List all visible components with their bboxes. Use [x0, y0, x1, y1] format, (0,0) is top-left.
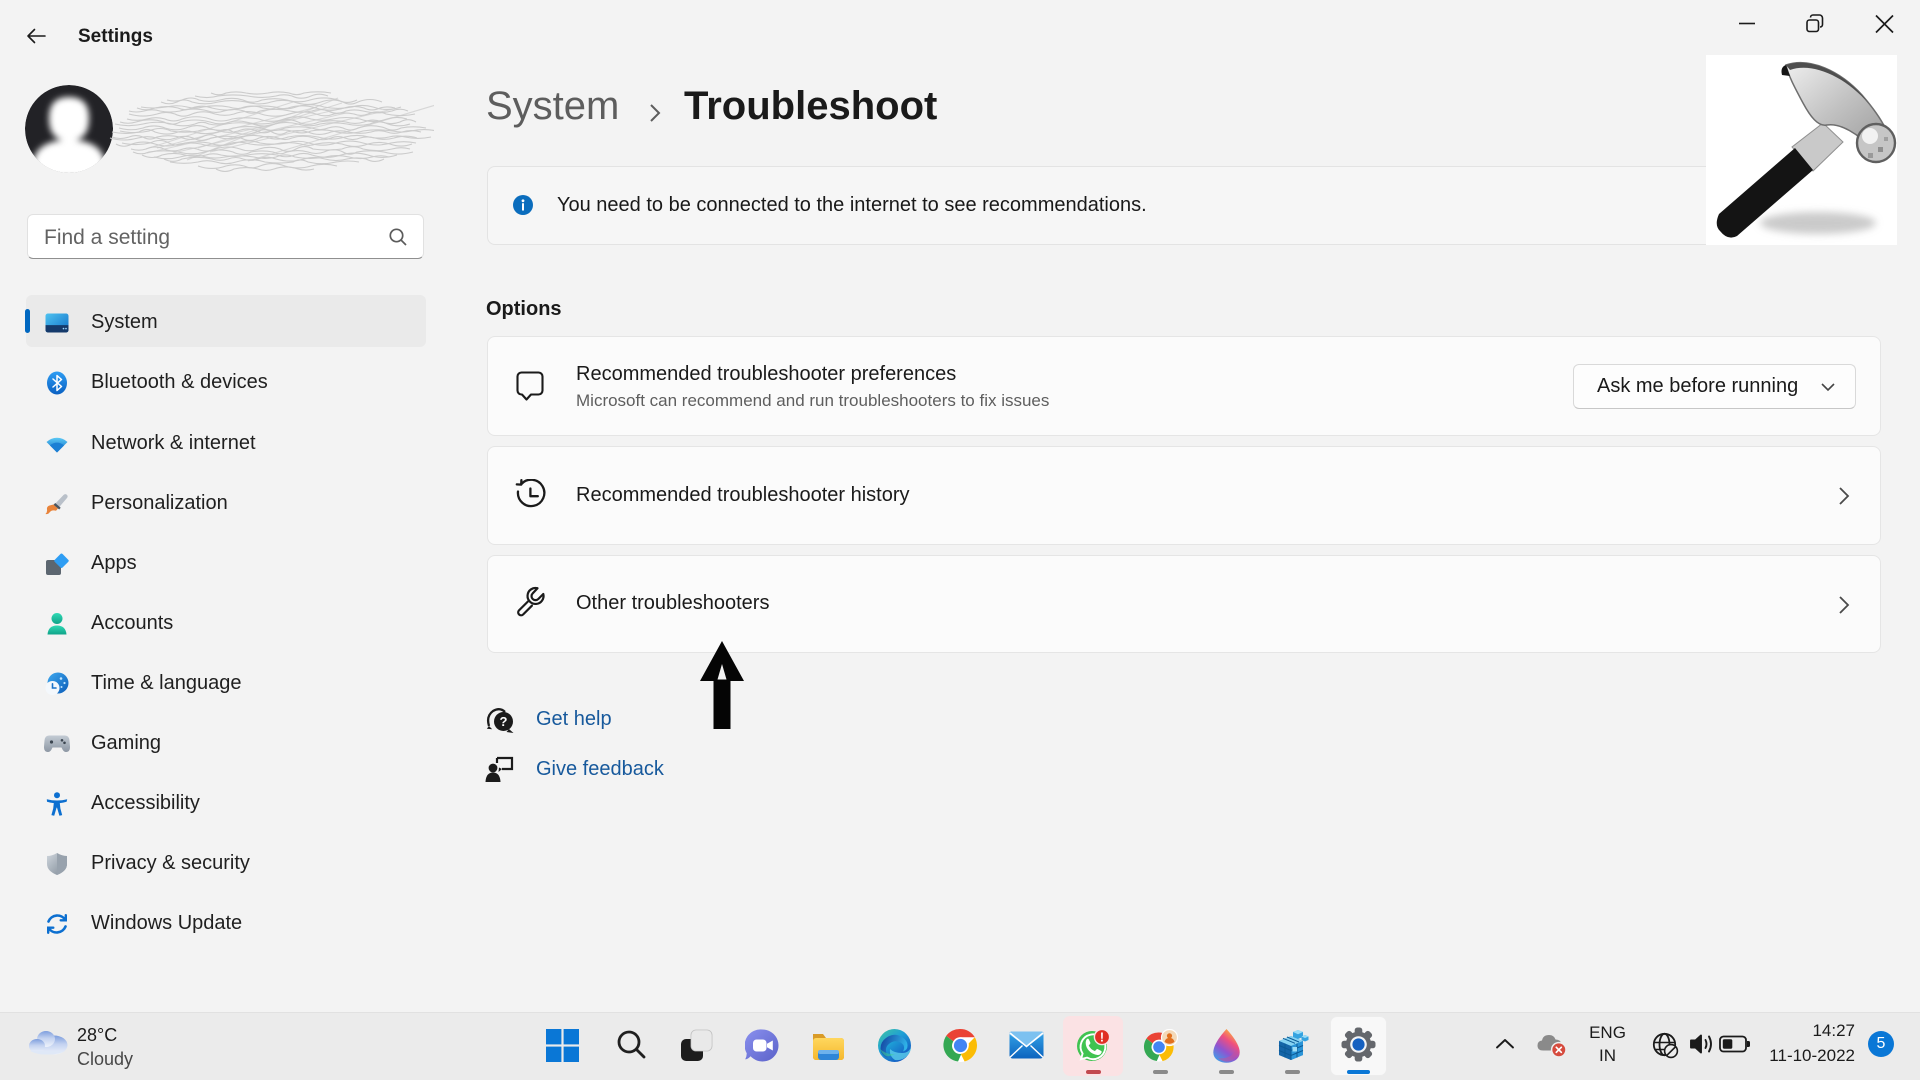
svg-text:?: ? — [500, 714, 508, 729]
svg-text:!: ! — [1100, 1030, 1104, 1044]
